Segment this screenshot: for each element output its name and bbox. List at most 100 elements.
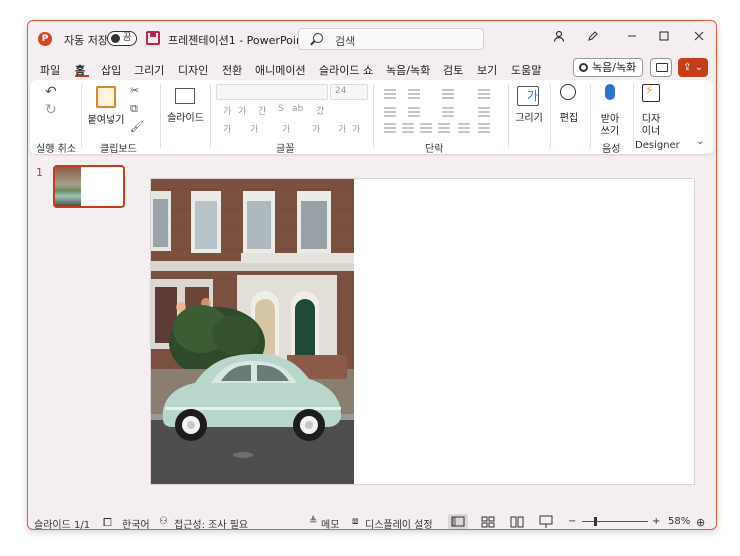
cut-icon[interactable]: ✂ — [130, 84, 139, 97]
slide-number: 1 — [36, 166, 43, 179]
font-name-select[interactable] — [216, 84, 328, 100]
active-tab-indicator — [75, 75, 89, 77]
slide-count-status: 슬라이드 1/1 — [34, 520, 91, 530]
new-slide-icon[interactable] — [175, 88, 195, 104]
designer-label-2: 이너 — [641, 126, 661, 137]
zoom-slider-thumb[interactable] — [594, 517, 597, 526]
comments-button[interactable] — [650, 58, 672, 77]
status-bar: 슬라이드 1/1 ⧠ 한국어 ⚇ 접근성: 조사 필요 ≜ 메모 ⧈ 디스플레이… — [28, 512, 716, 530]
ribbon-collapse-icon[interactable]: ⌄ — [696, 136, 704, 147]
record-button-label: 녹음/녹화 — [592, 61, 637, 74]
normal-view-button[interactable] — [448, 514, 468, 529]
font-glyph[interactable]: 가 — [312, 122, 320, 135]
minimize-icon[interactable] — [623, 30, 641, 48]
microphone-icon[interactable] — [605, 84, 615, 100]
find-icon[interactable] — [560, 84, 576, 100]
thumbnail-photo — [55, 167, 81, 206]
tab-draw[interactable]: 그리기 — [134, 62, 164, 78]
maximize-icon[interactable] — [655, 30, 673, 48]
slide-label: 슬라이드 — [167, 113, 204, 124]
zoom-level[interactable]: 58% — [668, 516, 690, 527]
format-painter-icon[interactable]: 🖌 — [130, 120, 144, 133]
tab-animations[interactable]: 애니메이션 — [255, 62, 306, 78]
tab-view[interactable]: 보기 — [477, 62, 497, 78]
font-glyph[interactable]: 가 — [223, 104, 231, 117]
tab-help[interactable]: 도움말 — [511, 62, 541, 78]
font-size-value: 24 — [335, 86, 347, 96]
font-glyph[interactable]: 가 — [338, 122, 346, 135]
font-glyph[interactable]: 가 — [250, 122, 258, 135]
slide-thumbnail[interactable] — [53, 165, 125, 208]
toggle-knob — [111, 34, 120, 43]
accessibility-status[interactable]: 접근성: 조사 필요 — [174, 516, 248, 529]
ribbon-separator — [590, 84, 591, 148]
tab-file[interactable]: 파일 — [40, 62, 60, 78]
account-icon[interactable] — [550, 30, 568, 48]
font-glyph[interactable]: 갔 — [316, 104, 324, 117]
zoom-out-button[interactable]: − — [568, 516, 576, 527]
ribbon-separator — [633, 84, 634, 148]
designer-icon[interactable]: ⚡ — [642, 83, 660, 102]
ribbon-separator — [550, 84, 551, 148]
display-settings-icon[interactable]: ⧈ — [352, 516, 358, 527]
copy-icon[interactable]: ⧉ — [130, 102, 138, 116]
autosave-toggle[interactable]: 끔 — [107, 31, 137, 46]
font-size-select[interactable]: 24 — [330, 84, 368, 100]
draw-glyph-icon: 가 — [527, 89, 539, 103]
ribbon-separator — [373, 84, 374, 148]
font-glyph[interactable]: 가 — [223, 122, 231, 135]
font-glyph[interactable]: S — [278, 104, 284, 114]
share-button[interactable]: ⇪ ⌄ — [678, 58, 708, 77]
font-glyph[interactable]: 가 — [238, 104, 246, 117]
search-icon — [313, 33, 323, 43]
spellcheck-icon[interactable]: ⧠ — [103, 516, 112, 529]
ribbon-separator — [210, 84, 211, 148]
search-input[interactable]: 검색 — [298, 28, 484, 50]
group-designer-label: Designer — [635, 140, 680, 151]
redo-icon[interactable]: ↻ — [45, 102, 57, 118]
font-glyph[interactable]: ab — [292, 104, 303, 114]
slide-canvas[interactable] — [150, 178, 695, 485]
pen-icon[interactable] — [584, 30, 602, 48]
tab-design[interactable]: 디자인 — [178, 62, 208, 78]
close-icon[interactable] — [690, 30, 708, 48]
save-icon[interactable] — [146, 31, 160, 45]
app-window: P 자동 저장 끔 프레젠테이션1 - PowerPoint 검색 파일 홈 삽… — [27, 20, 717, 530]
reading-view-button[interactable] — [507, 514, 527, 529]
font-glyph[interactable]: 가 — [282, 122, 290, 135]
draw-icon[interactable]: 가 — [517, 86, 539, 106]
slide-sorter-button[interactable] — [478, 514, 498, 529]
share-icon: ⇪ ⌄ — [683, 62, 703, 73]
undo-icon[interactable]: ↶ — [45, 84, 57, 100]
tab-slideshow[interactable]: 슬라이드 쇼 — [319, 62, 373, 78]
record-icon — [579, 63, 588, 72]
notes-icon[interactable]: ≜ — [309, 516, 317, 527]
zoom-in-button[interactable]: + — [652, 516, 660, 527]
group-undo-label: 실행 취소 — [36, 144, 76, 155]
group-paragraph-label: 단락 — [425, 144, 444, 155]
tab-recording[interactable]: 녹음/녹화 — [386, 62, 430, 78]
record-button[interactable]: 녹음/녹화 — [573, 58, 643, 77]
accessibility-icon[interactable]: ⚇ — [159, 516, 168, 527]
slide-photo[interactable] — [151, 179, 354, 484]
font-glyph[interactable]: 간 — [258, 104, 266, 117]
language-status[interactable]: 한국어 — [122, 516, 150, 529]
tab-insert[interactable]: 삽입 — [101, 62, 121, 78]
paste-label: 붙여넣기 — [87, 115, 125, 126]
edit-label: 편집 — [559, 113, 579, 124]
autosave-label: 자동 저장 — [64, 34, 108, 47]
ribbon-separator — [160, 84, 161, 148]
paste-icon[interactable] — [96, 86, 116, 108]
paragraph-controls — [382, 86, 502, 136]
fit-to-window-icon[interactable]: ⊕ — [696, 516, 705, 529]
font-glyph[interactable]: 가 — [352, 122, 360, 135]
draw-label: 그리기 — [515, 113, 543, 124]
slideshow-button[interactable] — [536, 514, 556, 529]
search-placeholder: 검색 — [335, 35, 356, 48]
notes-button[interactable]: 메모 — [321, 516, 339, 529]
display-settings-button[interactable]: 디스플레이 설정 — [365, 516, 433, 529]
tab-review[interactable]: 검토 — [443, 62, 463, 78]
zoom-slider[interactable] — [582, 521, 648, 522]
autosave-state: 끔 — [123, 33, 132, 43]
tab-transitions[interactable]: 전환 — [222, 62, 242, 78]
